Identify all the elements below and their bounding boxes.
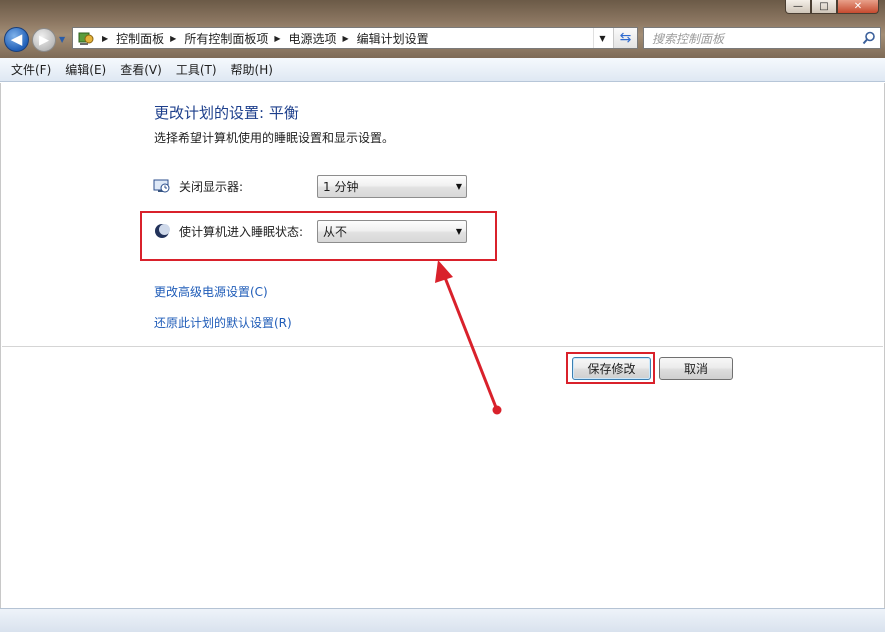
address-bar[interactable]: ▶ 控制面板 ▶ 所有控制面板项 ▶ 电源选项 ▶ 编辑计划设置 ▼ ⇆ (72, 27, 638, 49)
window-controls: — □ ✕ (785, 0, 879, 14)
search-icon[interactable] (858, 31, 880, 45)
breadcrumb-control-panel[interactable]: 控制面板 (116, 30, 164, 47)
menu-help[interactable]: 帮助(H) (224, 61, 280, 78)
breadcrumb-all-items[interactable]: 所有控制面板项 (184, 30, 268, 47)
address-dropdown-icon[interactable]: ▼ (593, 28, 611, 48)
menu-edit[interactable]: 编辑(E) (58, 61, 113, 78)
breadcrumb-edit-plan[interactable]: 编辑计划设置 (357, 30, 429, 47)
minimize-button[interactable]: — (785, 0, 811, 14)
breadcrumb-power-options[interactable]: 电源选项 (289, 30, 337, 47)
breadcrumb-separator-icon[interactable]: ▶ (170, 34, 176, 43)
maximize-button[interactable]: □ (811, 0, 837, 14)
forward-arrow-icon: ▶ (39, 32, 49, 48)
close-button[interactable]: ✕ (837, 0, 879, 14)
breadcrumb-separator-icon[interactable]: ▶ (343, 34, 349, 43)
recent-pages-dropdown-icon[interactable]: ▼ (59, 35, 65, 44)
search-placeholder: 搜索控制面板 (652, 31, 725, 46)
refresh-icon[interactable]: ⇆ (613, 28, 637, 48)
menu-tools[interactable]: 工具(T) (169, 61, 224, 78)
control-panel-icon (76, 30, 96, 46)
main-content: 更改计划的设置: 平衡 选择希望计算机使用的睡眠设置和显示设置。 关闭显示器: … (0, 83, 885, 608)
forward-button[interactable]: ▶ (32, 28, 56, 52)
breadcrumb-separator-icon[interactable]: ▶ (274, 34, 280, 43)
annotation-arrow-icon (435, 260, 502, 415)
menu-file[interactable]: 文件(F) (4, 61, 58, 78)
menu-bar: 文件(F) 编辑(E) 查看(V) 工具(T) 帮助(H) (0, 58, 885, 82)
breadcrumb-separator-icon[interactable]: ▶ (102, 34, 108, 43)
search-input[interactable]: 搜索控制面板 (643, 27, 881, 49)
menu-view[interactable]: 查看(V) (113, 61, 169, 78)
window-chrome: — □ ✕ ◀ ▶ ▼ ▶ 控制面板 ▶ 所有控制面板项 ▶ 电源选项 ▶ 编辑… (0, 0, 885, 58)
back-button[interactable]: ◀ (4, 27, 29, 52)
back-arrow-icon: ◀ (10, 30, 23, 48)
status-bar (0, 608, 885, 632)
